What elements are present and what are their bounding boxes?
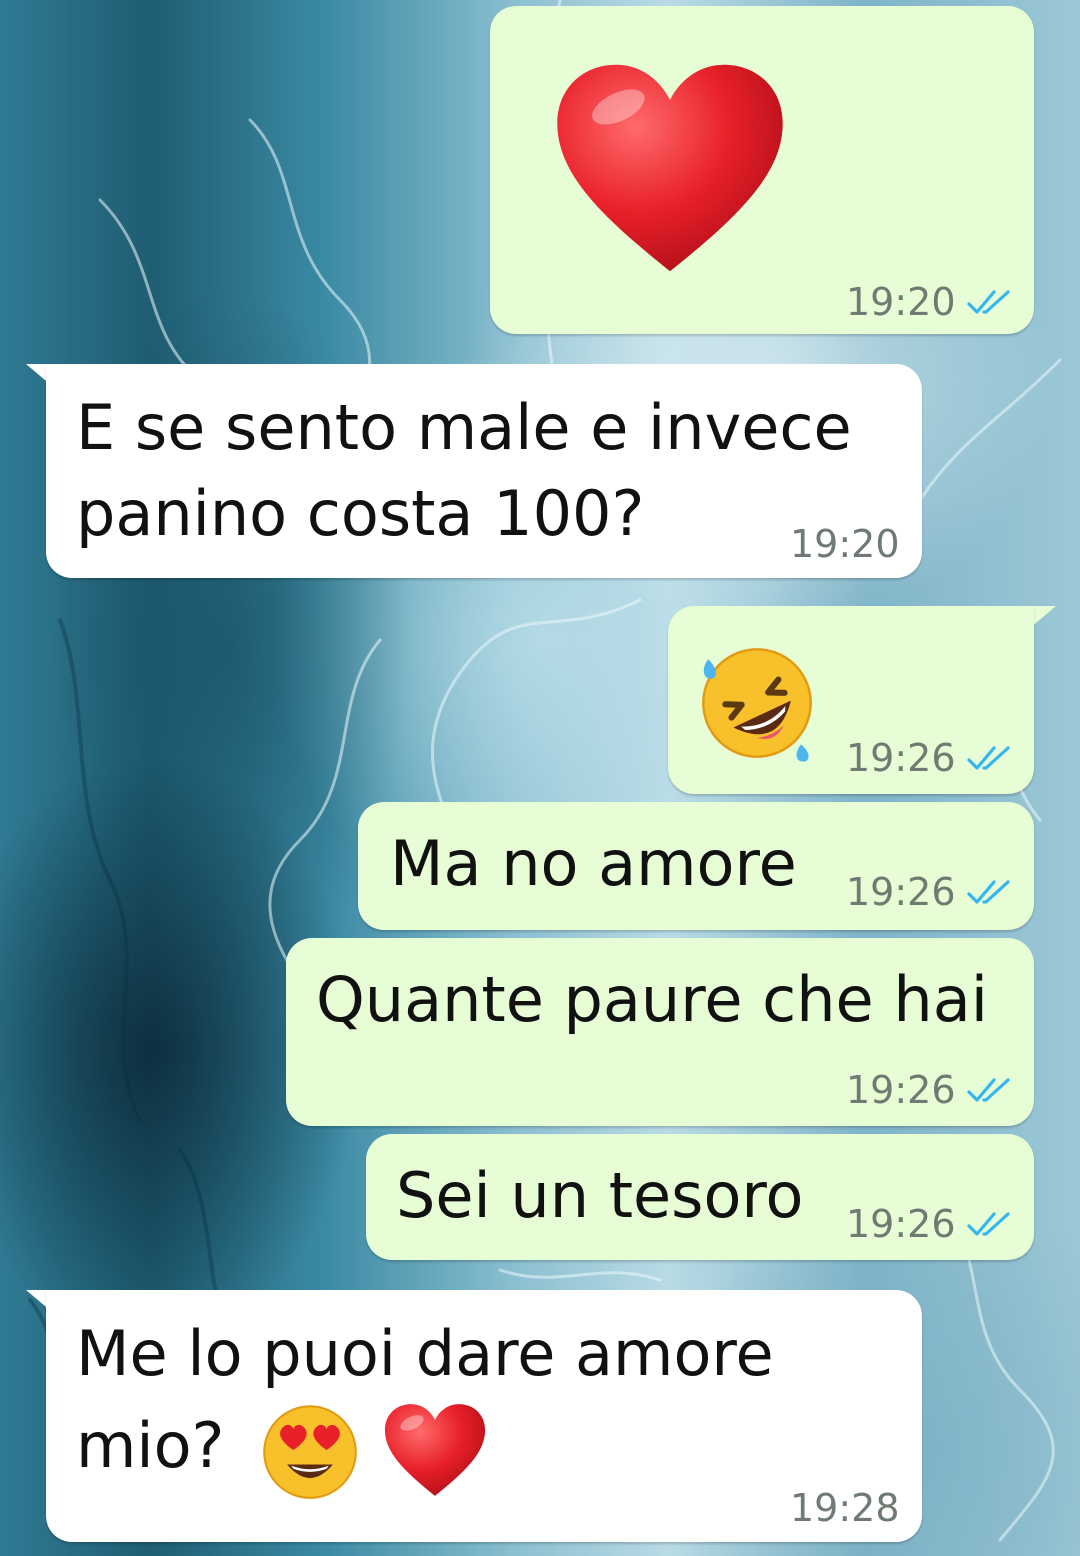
read-receipt-icon	[966, 287, 1012, 317]
message-time: 19:26	[846, 870, 956, 914]
message-text-line: Me lo puoi dare amore	[76, 1317, 774, 1390]
heart-eyes-emoji-icon	[263, 1405, 357, 1499]
rolling-laughing-emoji-icon	[702, 648, 812, 762]
read-receipt-icon	[966, 1209, 1012, 1239]
message-text-fragment: mio?	[76, 1409, 225, 1483]
message-bubble-outgoing[interactable]: Ma no amore 19:26	[358, 802, 1034, 930]
red-heart-icon	[384, 1404, 485, 1496]
message-text: Quante paure che hai	[316, 963, 988, 1036]
message-meta: 19:26	[846, 736, 1012, 780]
red-heart-icon	[557, 64, 783, 272]
message-meta: 19:28	[790, 1486, 900, 1530]
read-receipt-icon	[966, 877, 1012, 907]
message-meta: 19:26	[846, 870, 1012, 914]
message-bubble-outgoing[interactable]: Sei un tesoro 19:26	[366, 1134, 1034, 1260]
message-time: 19:26	[846, 1068, 956, 1112]
message-text: Sei un tesoro	[396, 1159, 804, 1232]
message-text-line: mio?	[76, 1398, 488, 1502]
message-time: 19:20	[790, 522, 900, 566]
message-time: 19:28	[790, 1486, 900, 1530]
message-bubble-outgoing[interactable]: 19:26	[668, 606, 1034, 794]
message-text-line: panino costa 100?	[76, 477, 645, 550]
message-text: Ma no amore	[390, 827, 797, 900]
message-meta: 19:26	[846, 1202, 1012, 1246]
message-bubble-incoming[interactable]: E se sento male e invece panino costa 10…	[46, 364, 922, 578]
message-meta: 19:26	[846, 1068, 1012, 1112]
read-receipt-icon	[966, 743, 1012, 773]
message-time: 19:26	[846, 736, 956, 780]
message-text-line: E se sento male e invece	[76, 391, 852, 464]
message-bubble-outgoing[interactable]: 19:20	[490, 6, 1034, 334]
message-meta: 19:20	[790, 522, 900, 566]
message-time: 19:26	[846, 1202, 956, 1246]
message-bubble-outgoing[interactable]: Quante paure che hai 19:26	[286, 938, 1034, 1126]
message-meta: 19:20	[846, 280, 1012, 324]
read-receipt-icon	[966, 1075, 1012, 1105]
message-bubble-incoming[interactable]: Me lo puoi dare amore mio? 19:28	[46, 1290, 922, 1542]
message-time: 19:20	[846, 280, 956, 324]
